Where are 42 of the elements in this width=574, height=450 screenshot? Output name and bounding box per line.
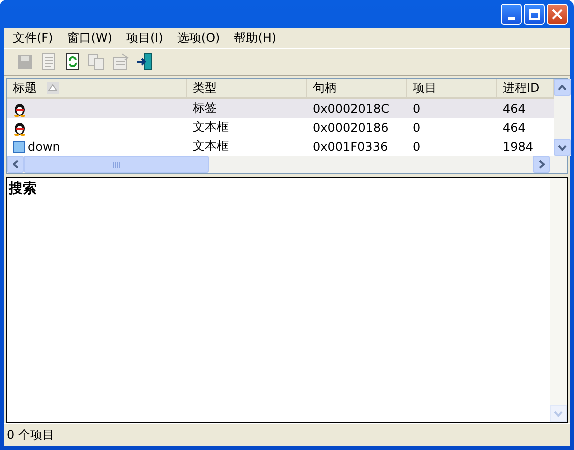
table-cell: 0 (413, 102, 421, 116)
scroll-down-button[interactable] (554, 139, 571, 156)
table-cell: 464 (503, 120, 526, 134)
menu-item[interactable]: 文件(F) (6, 30, 60, 46)
list-row[interactable]: 文本框 0x00020186 0 464 (7, 118, 554, 137)
table-cell: 0x00020186 (313, 120, 389, 134)
close-icon (552, 8, 563, 20)
column-header[interactable]: 类型 (187, 79, 307, 97)
list-row[interactable]: 标签 0x0002018C 0 464 (7, 99, 554, 118)
maximize-icon (529, 8, 540, 20)
list-row[interactable]: down 文本框 0x001F0336 0 1984 (7, 137, 554, 156)
table-cell: 0 (413, 120, 421, 134)
scroll-right-button[interactable] (533, 156, 550, 173)
table-cell: 文本框 (193, 119, 229, 136)
search-label: 搜索 (9, 181, 37, 197)
minimize-button[interactable] (501, 4, 522, 24)
scroll-left-button[interactable] (7, 156, 24, 173)
minimize-icon (508, 16, 515, 20)
menu-item[interactable]: 帮助(H) (227, 30, 284, 46)
scroll-thumb[interactable] (24, 156, 209, 173)
status-text: 0 个项目 (7, 426, 54, 444)
column-header[interactable]: 标题 (7, 79, 187, 97)
table-cell: 0x0002018C (313, 102, 390, 116)
sort-icon (47, 82, 59, 94)
maximize-button[interactable] (524, 4, 545, 24)
column-header[interactable]: 句柄 (307, 79, 407, 97)
table-cell: 文本框 (193, 138, 229, 155)
scroll-up-button[interactable] (554, 79, 571, 96)
table-cell: 0 (413, 140, 421, 154)
table-cell: 464 (503, 102, 526, 116)
table-cell: 1984 (503, 140, 534, 154)
menu-item[interactable]: 选项(O) (170, 30, 228, 46)
menu-item[interactable]: 项目(I) (120, 30, 170, 46)
table-cell: 0x001F0336 (313, 140, 388, 154)
horizontal-scrollbar[interactable] (7, 156, 567, 173)
menu-item[interactable]: 窗口(W) (60, 30, 120, 46)
window-icon (13, 140, 25, 152)
table-cell: down (28, 140, 60, 154)
vertical-scrollbar[interactable] (554, 79, 571, 156)
column-header[interactable]: 项目 (407, 79, 497, 97)
table-cell: 标签 (193, 100, 217, 117)
close-button[interactable] (547, 4, 568, 24)
